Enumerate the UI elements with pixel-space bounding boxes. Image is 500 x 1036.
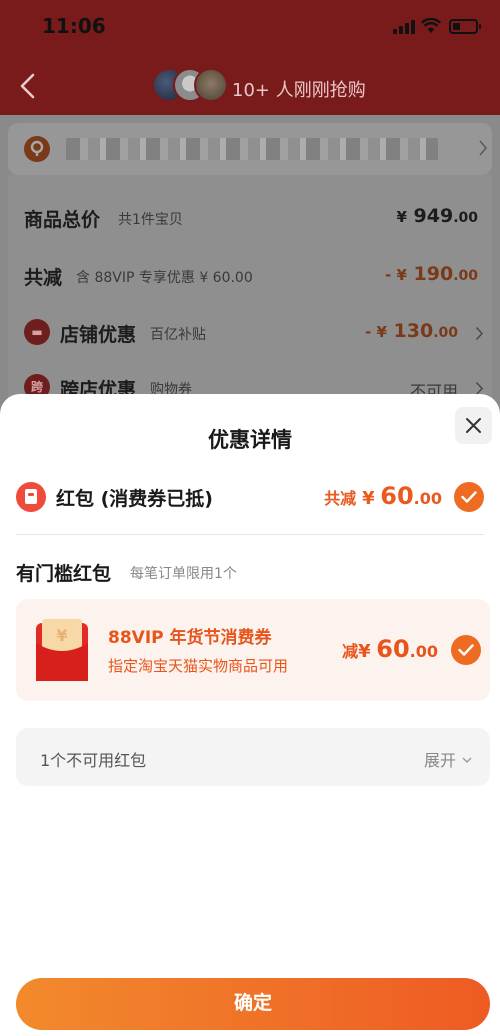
unavailable-red-packets-row[interactable]: 1个不可用红包 展开 <box>16 728 490 786</box>
confirm-button[interactable]: 确定 <box>16 978 490 1030</box>
close-icon <box>466 418 481 433</box>
chevron-right-icon <box>475 326 484 341</box>
threshold-section-subtitle: 每笔订单限用1个 <box>130 566 237 582</box>
row-value: - ¥ 130.00 <box>365 320 458 342</box>
price-card: 商品总价 共1件宝贝 ¥ 949.00 共减 含 88VIP 专享优惠 ¥ 60… <box>8 175 492 415</box>
red-packet-row[interactable]: 红包 (消费券已抵) 共减 ¥ 60.00 <box>16 480 484 514</box>
coupon-card[interactable]: ¥ 88VIP 年货节消费券 指定淘宝天猫实物商品可用 减¥ 60.00 <box>16 599 490 701</box>
row-label: 店铺优惠 <box>60 324 137 346</box>
order-summary: 商品总价 共1件宝贝 ¥ 949.00 共减 含 88VIP 专享优惠 ¥ 60… <box>0 115 500 415</box>
divider <box>16 534 484 535</box>
location-pin-icon <box>24 136 50 162</box>
expand-toggle[interactable]: 展开 <box>424 747 472 771</box>
total-discount-row: 共减 含 88VIP 专享优惠 ¥ 60.00 - ¥ 190.00 <box>24 261 484 291</box>
avatar <box>194 68 228 102</box>
red-packet-checkbox[interactable] <box>454 482 484 512</box>
row-sub: 百亿补贴 <box>150 327 206 343</box>
sheet-title: 优惠详情 <box>208 428 292 452</box>
row-sub: 含 88VIP 专享优惠 ¥ 60.00 <box>76 270 253 286</box>
wifi-icon <box>421 18 441 33</box>
red-packet-label: 红包 (消费券已抵) <box>56 488 213 510</box>
header-bar: 11:06 10+ 人刚刚抢购 <box>0 0 500 115</box>
close-button[interactable] <box>455 407 492 444</box>
check-icon <box>458 644 474 656</box>
recent-buyers-text: 10+ 人刚刚抢购 <box>232 80 366 101</box>
red-envelope-icon: ¥ <box>36 619 88 681</box>
battery-icon <box>449 19 481 34</box>
row-value: - ¥ 190.00 <box>385 263 478 285</box>
coupon-amount: 减¥ 60.00 <box>342 635 438 663</box>
red-packet-icon <box>16 482 46 512</box>
red-packet-total: 共减 ¥ 60.00 <box>324 482 442 510</box>
back-arrow-icon[interactable] <box>16 72 40 100</box>
address-card[interactable] <box>8 123 492 175</box>
row-label: 共减 <box>24 267 63 289</box>
row-value: ¥ 949.00 <box>396 205 478 227</box>
row-sub: 共1件宝贝 <box>118 212 183 228</box>
status-bar: 11:06 <box>0 0 500 54</box>
check-icon <box>461 491 477 503</box>
signal-icon <box>393 20 415 34</box>
store-icon: ▬ <box>24 319 50 345</box>
status-time: 11:06 <box>42 14 106 38</box>
store-discount-row[interactable]: ▬ 店铺优惠 百亿补贴 - ¥ 130.00 <box>24 318 484 348</box>
chevron-right-icon <box>479 140 488 156</box>
address-redacted <box>66 138 438 160</box>
coupon-description: 指定淘宝天猫实物商品可用 <box>108 657 289 675</box>
row-label: 商品总价 <box>24 209 101 231</box>
chevron-down-icon <box>462 757 472 763</box>
total-price-row: 商品总价 共1件宝贝 ¥ 949.00 <box>24 203 484 233</box>
svg-text:¥: ¥ <box>56 626 67 645</box>
coupon-name: 88VIP 年货节消费券 <box>108 628 272 648</box>
unavailable-label: 1个不可用红包 <box>40 751 147 770</box>
discount-detail-sheet: 优惠详情 红包 (消费券已抵) 共减 ¥ 60.00 有门槛红包 每笔订单限用1个… <box>0 394 500 1036</box>
buyer-avatars <box>152 68 232 102</box>
threshold-section-title: 有门槛红包 <box>16 563 112 585</box>
coupon-checkbox[interactable] <box>451 635 481 665</box>
